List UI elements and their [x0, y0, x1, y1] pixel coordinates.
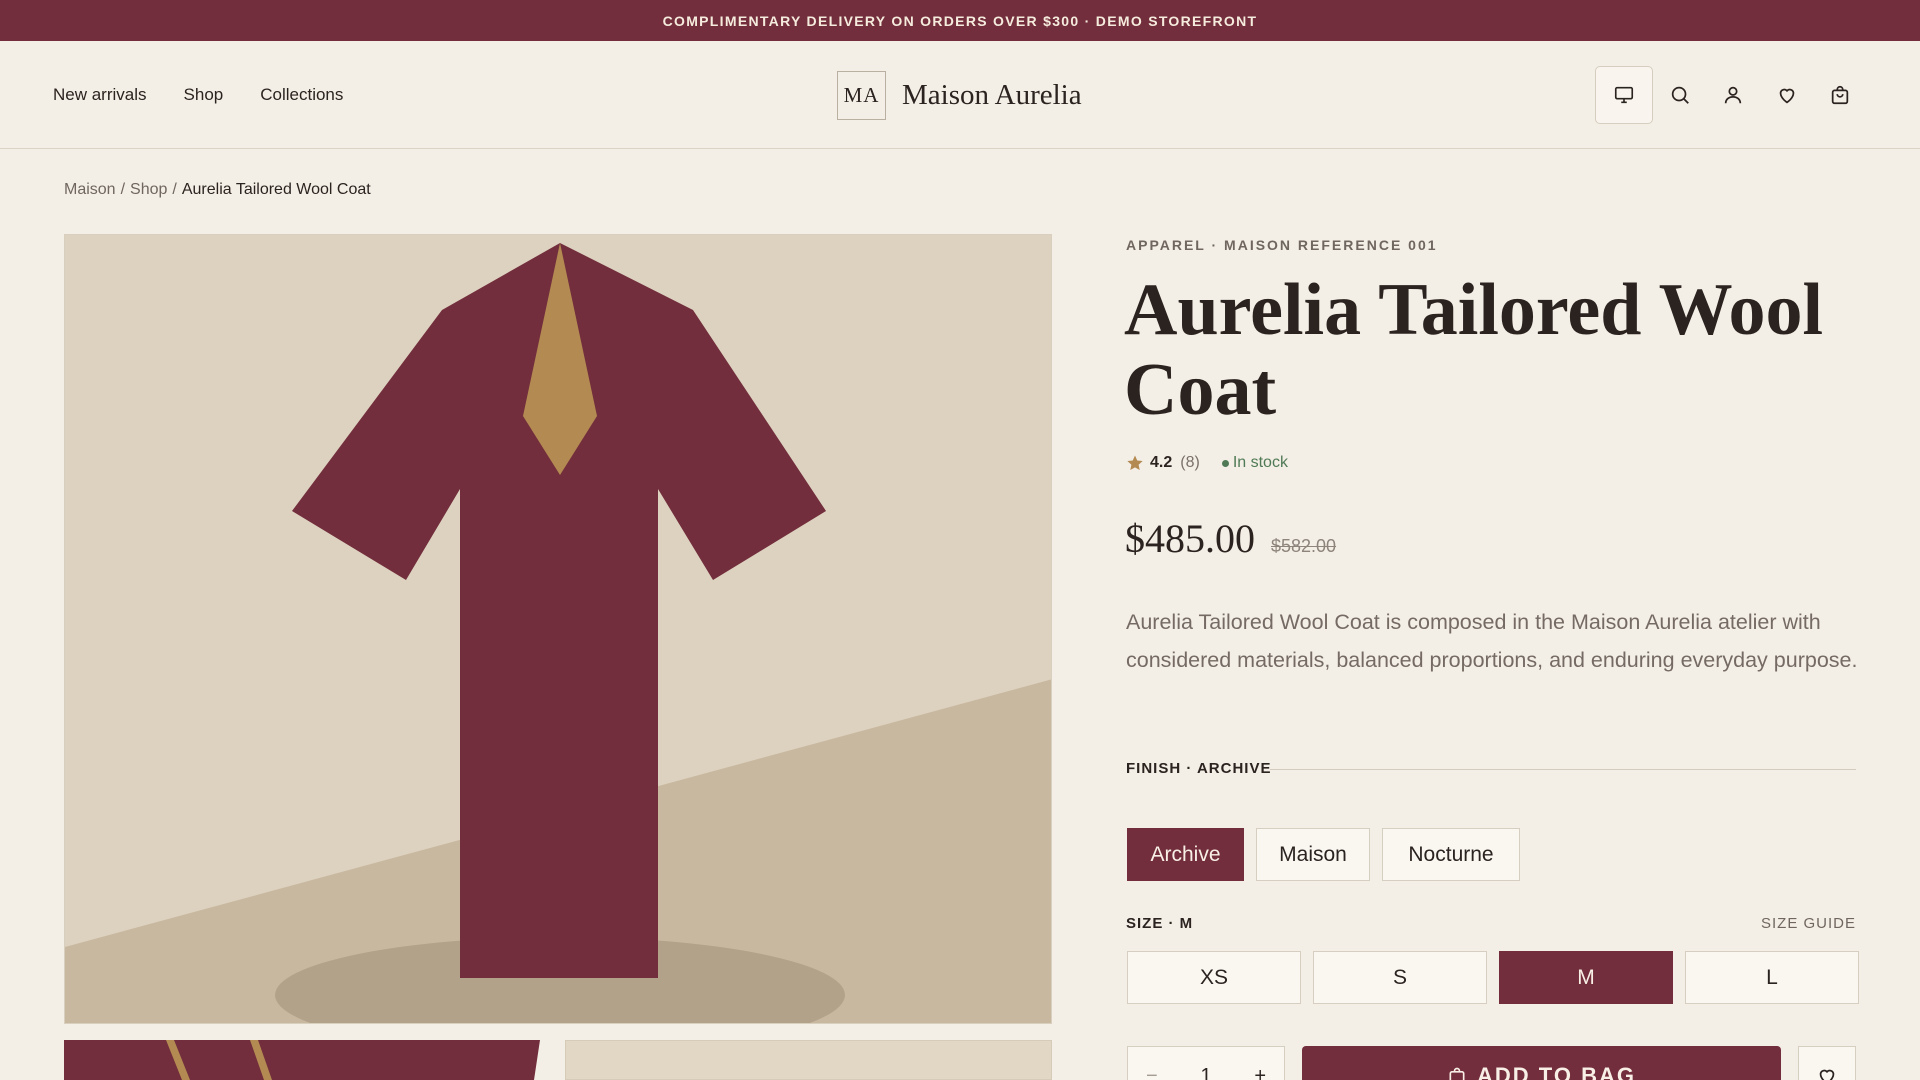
promo-text: COMPLIMENTARY DELIVERY ON ORDERS OVER $3… [662, 12, 1258, 29]
product-description: Aurelia Tailored Wool Coat is composed i… [1126, 610, 1858, 672]
site-header: New arrivals Shop Collections MA Maison … [0, 41, 1920, 149]
add-to-bag-label: ADD TO BAG [1477, 1063, 1636, 1080]
finish-option-archive[interactable]: Archive [1127, 828, 1244, 881]
product-price: $485.00 [1125, 516, 1255, 561]
header-actions [0, 41, 1920, 149]
stock-status: In stock [1221, 454, 1288, 472]
quantity-decrease-button[interactable]: − [1146, 1065, 1158, 1080]
rating-value: 4.2 [1150, 454, 1173, 471]
finish-option-maison[interactable]: Maison [1256, 828, 1370, 881]
size-options: XS S M L [1127, 951, 1859, 1004]
finish-divider [1270, 769, 1856, 770]
finish-options: Archive Maison Nocturne [1127, 828, 1520, 881]
monitor-icon[interactable] [1595, 66, 1653, 124]
stock-label: In stock [1232, 454, 1288, 471]
star-icon [1127, 455, 1143, 471]
product-thumbnail-1[interactable] [64, 1040, 550, 1080]
breadcrumb-shop[interactable]: Shop [130, 181, 167, 199]
size-option-l[interactable]: L [1685, 951, 1859, 1004]
size-option-m[interactable]: M [1499, 951, 1673, 1004]
product-thumbnail-2[interactable] [565, 1040, 1052, 1080]
size-guide-link[interactable]: SIZE GUIDE [1761, 915, 1856, 932]
price-row: $485.00 $582.00 [1125, 515, 1336, 562]
user-icon[interactable] [1710, 72, 1756, 118]
promo-banner: COMPLIMENTARY DELIVERY ON ORDERS OVER $3… [0, 0, 1920, 41]
product-title: Aurelia Tailored Wool Coat [1124, 269, 1824, 431]
search-icon[interactable] [1657, 72, 1703, 118]
product-rating: 4.2 (8) In stock [1126, 454, 1288, 472]
add-to-bag-button[interactable]: ADD TO BAG [1302, 1046, 1781, 1080]
breadcrumb-current: Aurelia Tailored Wool Coat [181, 181, 371, 198]
breadcrumb-separator: / [120, 181, 126, 198]
bag-icon [1449, 1067, 1465, 1080]
breadcrumb-separator: / [172, 181, 177, 198]
size-option-s[interactable]: S [1313, 951, 1487, 1004]
quantity-increase-button[interactable]: + [1254, 1065, 1266, 1080]
heart-icon [1819, 1069, 1835, 1080]
quantity-value[interactable]: 1 [1200, 1065, 1211, 1080]
product-main-image[interactable] [64, 234, 1052, 1024]
review-count[interactable]: (8) [1180, 454, 1200, 472]
finish-option-nocturne[interactable]: Nocturne [1382, 828, 1520, 881]
finish-label: FINISH · ARCHIVE [1126, 760, 1272, 777]
size-option-xs[interactable]: XS [1127, 951, 1301, 1004]
stock-dot-icon [1221, 459, 1229, 467]
product-eyebrow: APPAREL · MAISON REFERENCE 001 [1126, 237, 1438, 253]
product-old-price: $582.00 [1271, 536, 1337, 556]
wishlist-button[interactable] [1798, 1046, 1856, 1080]
breadcrumb-maison[interactable]: Maison [64, 181, 116, 199]
thumbnail-illustration [64, 1040, 550, 1080]
quantity-stepper: − 1 + [1127, 1046, 1285, 1080]
size-label: SIZE · M [1126, 915, 1194, 932]
bag-icon[interactable] [1817, 72, 1863, 118]
breadcrumb: Maison / Shop / Aurelia Tailored Wool Co… [64, 181, 371, 199]
heart-icon[interactable] [1764, 72, 1810, 118]
coat-illustration [65, 235, 1051, 1023]
